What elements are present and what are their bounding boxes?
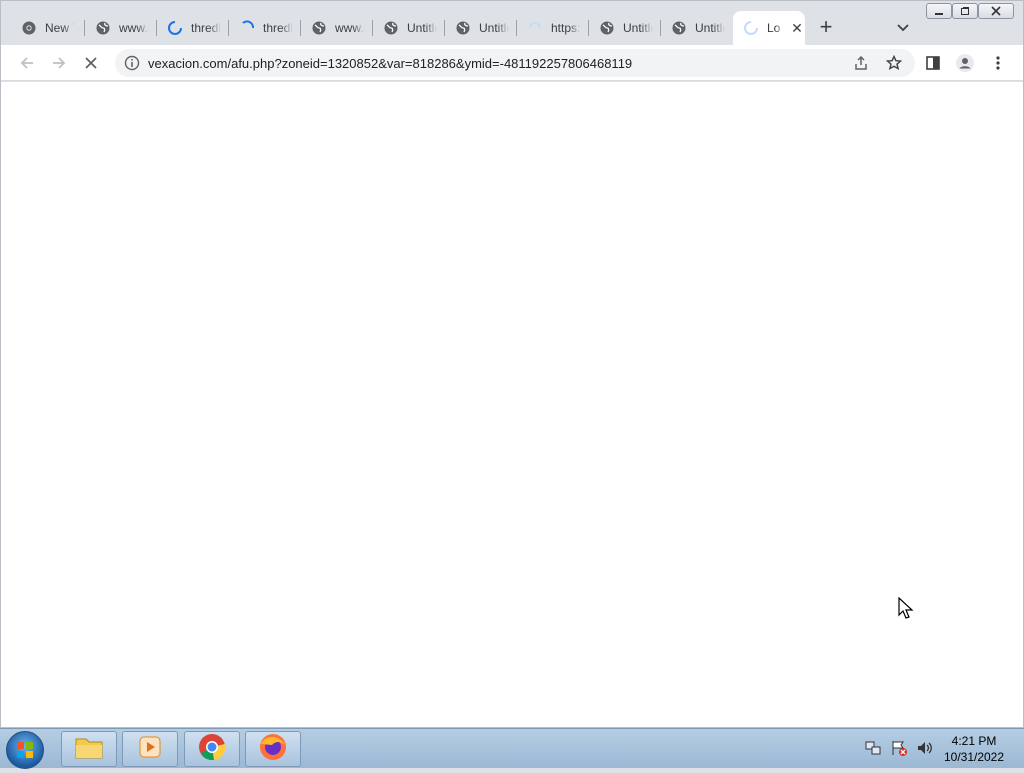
tab-search-chevron-icon[interactable]	[894, 19, 912, 37]
tab-6[interactable]: Untitle	[445, 11, 517, 45]
media-player-taskbar-button[interactable]	[122, 731, 178, 767]
chrome-app-icon	[197, 732, 227, 767]
close-window-button[interactable]	[978, 3, 1014, 19]
explorer-taskbar-button[interactable]	[61, 731, 117, 767]
folder-icon	[74, 734, 104, 765]
menu-kebab-icon[interactable]	[986, 51, 1010, 75]
globe-icon	[383, 20, 399, 36]
tab-9[interactable]: Untitle	[661, 11, 733, 45]
stop-loading-button[interactable]	[79, 51, 103, 75]
tab-title: www.a	[119, 21, 149, 35]
globe-icon	[95, 20, 111, 36]
share-icon[interactable]	[853, 55, 869, 76]
tab-close-icon[interactable]: ✕	[789, 20, 805, 37]
loading-icon	[743, 20, 759, 36]
tab-4[interactable]: www.a	[301, 11, 373, 45]
tab-strip: New Tab www.a thredl thredl www.a Untitl…	[1, 1, 1023, 45]
globe-icon	[311, 20, 327, 36]
loading-icon	[239, 20, 255, 36]
start-button[interactable]	[6, 731, 44, 769]
tab-3[interactable]: thredl	[229, 11, 301, 45]
profile-avatar-icon[interactable]	[953, 51, 977, 75]
firefox-taskbar-button[interactable]	[245, 731, 301, 767]
chrome-icon	[21, 20, 37, 36]
tab-5[interactable]: Untitle	[373, 11, 445, 45]
tab-title: Untitle	[407, 21, 437, 35]
media-player-icon	[137, 734, 163, 765]
firefox-icon	[258, 732, 288, 767]
tab-title: Untitle	[623, 21, 653, 35]
mouse-pointer-icon	[898, 596, 914, 624]
back-button[interactable]	[15, 51, 39, 75]
tab-title: Untitle	[479, 21, 509, 35]
new-tab-button[interactable]: +	[814, 16, 838, 40]
browser-toolbar: vexacion.com/afu.php?zoneid=1320852&var=…	[1, 45, 1023, 81]
url-text: vexacion.com/afu.php?zoneid=1320852&var=…	[148, 56, 633, 71]
tab-0[interactable]: New Tab	[11, 11, 85, 45]
tab-10-active[interactable]: Lo ✕	[733, 11, 805, 45]
clock-date: 10/31/2022	[943, 750, 1005, 764]
tab-title: www.a	[335, 21, 365, 35]
blank-icon	[527, 20, 543, 36]
tab-title: thredl	[263, 21, 293, 35]
tab-title: Lo	[767, 21, 781, 35]
taskbar-clock[interactable]: 4:21 PM 10/31/2022	[936, 733, 1012, 765]
tab-title: Untitle	[695, 21, 725, 35]
tab-8[interactable]: Untitle	[589, 11, 661, 45]
restore-button[interactable]	[952, 3, 978, 19]
chrome-taskbar-button[interactable]	[184, 731, 240, 767]
tab-7[interactable]: https:	[517, 11, 589, 45]
page-content-blank	[1, 82, 1023, 727]
forward-button[interactable]	[47, 51, 71, 75]
clock-time: 4:21 PM	[951, 734, 997, 748]
tab-title: New Tab	[45, 21, 75, 35]
tab-title: thredl	[191, 21, 221, 35]
tab-2[interactable]: thredl	[157, 11, 229, 45]
action-center-flag-icon[interactable]	[890, 739, 908, 762]
browser-window: New Tab www.a thredl thredl www.a Untitl…	[0, 0, 1024, 728]
minimize-button[interactable]	[926, 3, 952, 19]
globe-icon	[599, 20, 615, 36]
tab-title: https:	[551, 21, 581, 35]
network-icon[interactable]	[864, 739, 882, 762]
loading-icon	[167, 20, 183, 36]
tab-1[interactable]: www.a	[85, 11, 157, 45]
globe-icon	[671, 20, 687, 36]
bookmark-star-icon[interactable]	[885, 54, 903, 76]
taskbar: 4:21 PM 10/31/2022	[0, 728, 1024, 769]
globe-icon	[455, 20, 471, 36]
volume-icon[interactable]	[916, 739, 934, 762]
omnibox[interactable]: vexacion.com/afu.php?zoneid=1320852&var=…	[115, 49, 915, 77]
side-panel-icon[interactable]	[921, 51, 945, 75]
site-info-icon[interactable]	[124, 55, 140, 76]
system-tray	[864, 739, 934, 762]
